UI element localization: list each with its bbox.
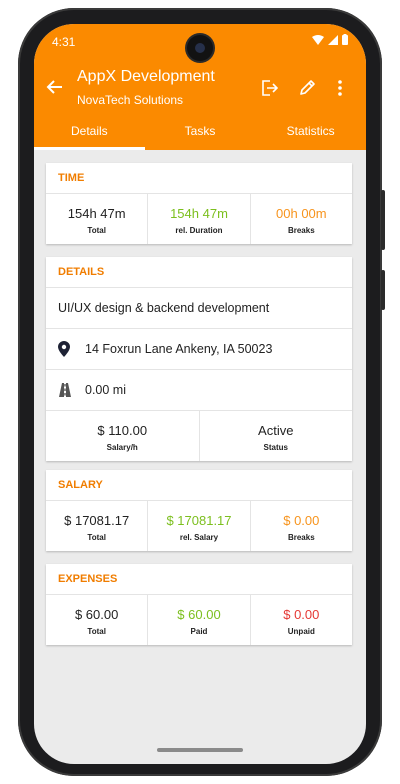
salary-breaks-label: Breaks bbox=[287, 533, 315, 542]
description-text: UI/UX design & backend development bbox=[58, 301, 270, 315]
tab-statistics[interactable]: Statistics bbox=[255, 122, 366, 150]
expenses-card: EXPENSES $ 60.00 Total $ 60.00 Paid $ 0.… bbox=[46, 564, 352, 645]
distance-text: 0.00 mi bbox=[85, 383, 126, 397]
home-indicator[interactable] bbox=[157, 748, 243, 752]
wifi-icon bbox=[312, 34, 324, 45]
expenses-paid-value: $ 60.00 bbox=[177, 607, 221, 622]
time-breaks-value: 00h 00m bbox=[276, 206, 327, 221]
expenses-unpaid-label: Unpaid bbox=[287, 627, 315, 636]
export-icon[interactable] bbox=[260, 79, 278, 97]
tab-bar: Details Tasks Statistics bbox=[34, 122, 366, 150]
salary-card: SALARY $ 17081.17 Total $ 17081.17 rel. … bbox=[46, 470, 352, 551]
time-breaks-label: Breaks bbox=[287, 226, 315, 235]
page-title: AppX Development bbox=[77, 68, 215, 85]
salary-per-hour-value: $ 110.00 bbox=[97, 423, 148, 438]
salary-per-hour-label: Salary/h bbox=[106, 443, 138, 452]
expenses-paid-label: Paid bbox=[190, 627, 208, 636]
salary-rel-cell: $ 17081.17 rel. Salary bbox=[148, 501, 251, 551]
more-vert-icon[interactable] bbox=[337, 79, 343, 97]
expenses-paid-cell: $ 60.00 Paid bbox=[148, 595, 251, 645]
salary-total-value: $ 17081.17 bbox=[64, 513, 130, 528]
expenses-total-value: $ 60.00 bbox=[74, 607, 119, 622]
back-arrow-icon[interactable] bbox=[46, 78, 64, 96]
power-button bbox=[381, 190, 385, 250]
status-cell: Active Status bbox=[200, 411, 353, 461]
distance-row: 0.00 mi bbox=[46, 370, 352, 411]
time-card: TIME 154h 47m Total 154h 47m rel. Durati… bbox=[46, 163, 352, 244]
front-camera bbox=[187, 35, 213, 61]
tab-details[interactable]: Details bbox=[34, 122, 145, 150]
time-total-cell: 154h 47m Total bbox=[46, 194, 149, 244]
time-breaks-cell: 00h 00m Breaks bbox=[251, 194, 352, 244]
address-row[interactable]: 14 Foxrun Lane Ankeny, IA 50023 bbox=[46, 329, 352, 370]
salary-rel-label: rel. Salary bbox=[179, 533, 219, 542]
road-icon bbox=[59, 383, 71, 397]
expenses-unpaid-cell: $ 0.00 Unpaid bbox=[251, 595, 352, 645]
status-label: Status bbox=[263, 443, 288, 452]
details-card: DETAILS UI/UX design & backend developme… bbox=[46, 257, 352, 461]
signal-icon bbox=[328, 34, 338, 45]
address-text: 14 Foxrun Lane Ankeny, IA 50023 bbox=[85, 342, 273, 356]
expenses-total-cell: $ 60.00 Total bbox=[46, 595, 149, 645]
time-rel-duration-label: rel. Duration bbox=[175, 226, 223, 235]
volume-button bbox=[381, 270, 385, 310]
description-row: UI/UX design & backend development bbox=[46, 288, 352, 329]
salary-breaks-cell: $ 0.00 Breaks bbox=[251, 501, 352, 551]
app-bar: 4:31 AppX Development NovaTech Solutions… bbox=[34, 24, 366, 150]
status-icons bbox=[312, 34, 348, 45]
time-rel-duration-cell: 154h 47m rel. Duration bbox=[148, 194, 251, 244]
screen: 4:31 AppX Development NovaTech Solutions… bbox=[34, 24, 366, 764]
salary-breaks-value: $ 0.00 bbox=[283, 513, 320, 528]
tab-tasks[interactable]: Tasks bbox=[145, 122, 256, 150]
page-subtitle: NovaTech Solutions bbox=[77, 93, 184, 107]
status-time: 4:31 bbox=[52, 35, 76, 49]
battery-icon bbox=[342, 34, 348, 45]
edit-pencil-icon[interactable] bbox=[298, 79, 316, 97]
salary-total-label: Total bbox=[87, 533, 106, 542]
status-value: Active bbox=[258, 423, 294, 438]
location-pin-icon bbox=[58, 341, 70, 357]
salary-per-hour-cell: $ 110.00 Salary/h bbox=[46, 411, 200, 461]
card-header: SALARY bbox=[46, 470, 352, 501]
expenses-unpaid-value: $ 0.00 bbox=[283, 607, 320, 622]
card-header: EXPENSES bbox=[46, 564, 352, 595]
salary-total-cell: $ 17081.17 Total bbox=[46, 501, 149, 551]
card-header: TIME bbox=[46, 163, 352, 194]
time-total-label: Total bbox=[87, 226, 106, 235]
time-rel-duration-value: 154h 47m bbox=[170, 206, 228, 221]
salary-rel-value: $ 17081.17 bbox=[166, 513, 232, 528]
card-header: DETAILS bbox=[46, 257, 352, 288]
expenses-total-label: Total bbox=[87, 627, 106, 636]
time-total-value: 154h 47m bbox=[67, 206, 126, 221]
